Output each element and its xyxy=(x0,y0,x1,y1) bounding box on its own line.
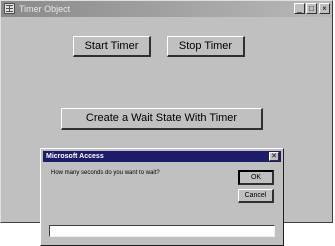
start-timer-button[interactable]: Start Timer xyxy=(73,36,151,57)
ok-button[interactable]: OK xyxy=(238,170,274,185)
dialog-prompt: How many seconds do you want to wait? xyxy=(51,170,160,176)
cancel-button[interactable]: Cancel xyxy=(238,189,274,203)
input-dialog: Microsoft Access ✕ How many seconds do y… xyxy=(40,148,284,246)
window-title: Timer Object xyxy=(19,4,71,14)
seconds-input[interactable] xyxy=(49,225,275,237)
wait-state-button[interactable]: Create a Wait State With Timer xyxy=(61,108,263,130)
window-titlebar[interactable]: Timer Object _ □ × xyxy=(1,1,332,17)
close-button[interactable]: × xyxy=(319,3,330,14)
minimize-button[interactable]: _ xyxy=(294,3,305,14)
dialog-title: Microsoft Access xyxy=(46,153,104,160)
dialog-titlebar[interactable]: Microsoft Access ✕ xyxy=(43,151,281,162)
app-icon[interactable] xyxy=(4,3,15,14)
stop-timer-button[interactable]: Stop Timer xyxy=(167,36,245,57)
dialog-close-button[interactable]: ✕ xyxy=(269,152,279,161)
maximize-button[interactable]: □ xyxy=(306,3,317,14)
